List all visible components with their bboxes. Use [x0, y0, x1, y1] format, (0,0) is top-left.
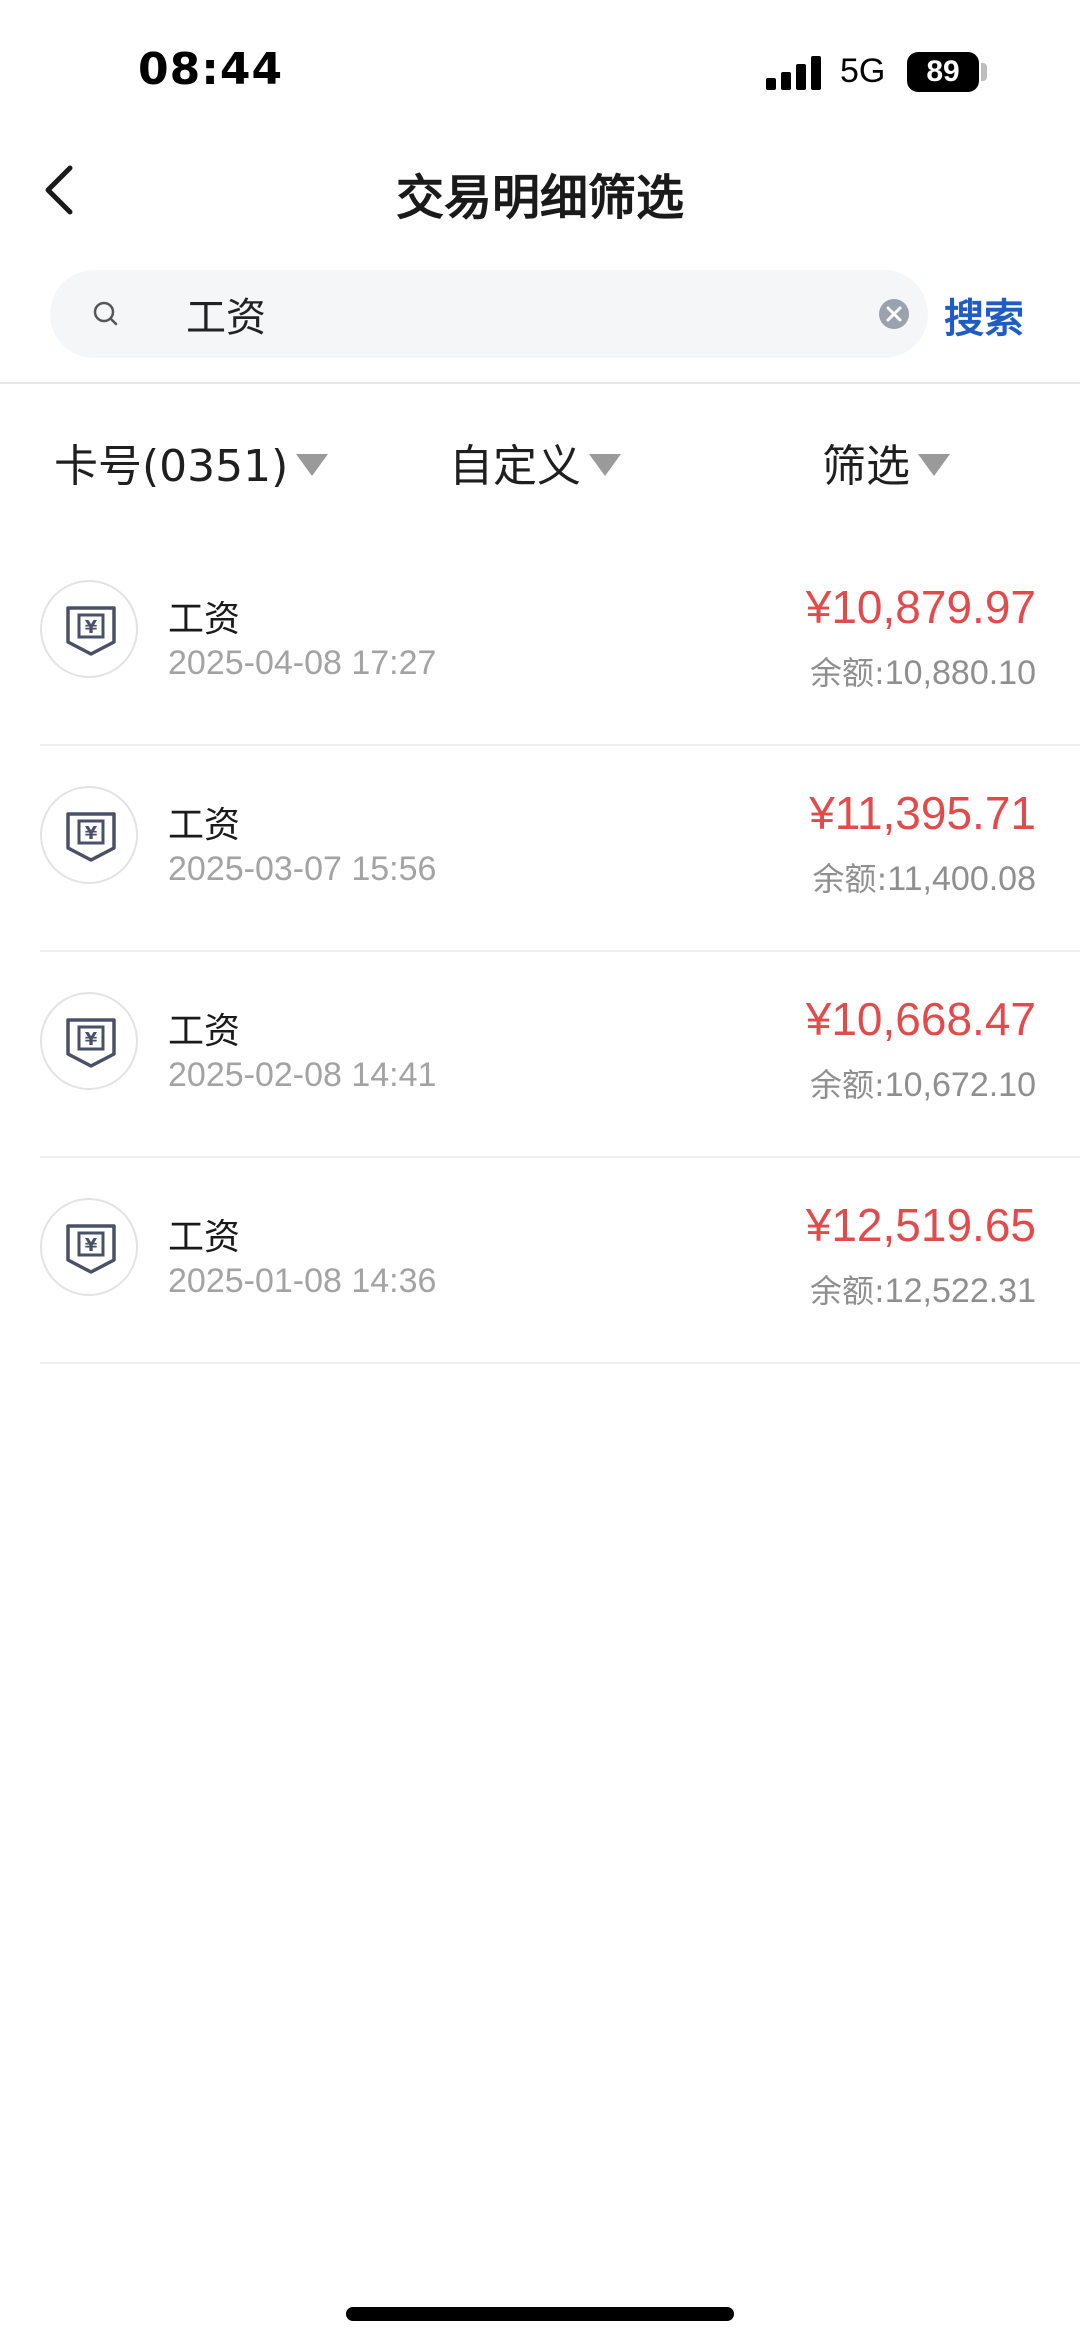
search-icon	[93, 301, 118, 326]
transaction-amount: ¥10,879.97	[805, 581, 1036, 633]
balance-label: 余额:	[809, 1272, 885, 1310]
transaction-time: 2025-03-07 15:56	[168, 850, 437, 888]
transaction-title: 工资	[168, 1217, 241, 1258]
balance-label: 余额:	[809, 654, 885, 692]
transaction-time: 2025-04-08 17:27	[168, 644, 437, 682]
yen-income-icon: ¥	[66, 606, 116, 656]
battery-icon: 89	[907, 52, 979, 92]
row-divider	[40, 1362, 1080, 1364]
transaction-balance: 余额:12,522.31	[810, 1266, 1036, 1312]
balance-label: 余额:	[809, 1066, 885, 1104]
custom-date-filter[interactable]: 自定义	[449, 430, 621, 500]
transaction-type-icon: ¥	[40, 1198, 138, 1296]
transaction-time: 2025-02-08 14:41	[168, 1056, 437, 1094]
home-indicator[interactable]	[346, 2307, 734, 2321]
transaction-title: 工资	[168, 599, 241, 640]
page-title: 交易明细筛选	[395, 170, 684, 226]
transaction-amount: ¥12,519.65	[805, 1199, 1036, 1251]
transaction-type-icon: ¥	[40, 992, 138, 1090]
battery-tip	[981, 63, 987, 81]
transaction-filter-screen: 08:44 5G 89 交易明细筛选 搜索 卡号(0351)	[0, 0, 1080, 2341]
transaction-amount: ¥11,395.71	[809, 787, 1036, 839]
transaction-row[interactable]: ¥ 工资 2025-01-08 14:36 ¥12,519.65 余额:12,5…	[0, 1158, 1080, 1364]
yen-income-icon: ¥	[66, 1224, 116, 1274]
clear-icon[interactable]	[876, 296, 912, 332]
transaction-row[interactable]: ¥ 工资 2025-04-08 17:27 ¥10,879.97 余额:10,8…	[0, 540, 1080, 746]
svg-text:¥: ¥	[85, 1235, 98, 1256]
search-box[interactable]	[50, 270, 928, 358]
card-number-filter[interactable]: 卡号(0351)	[54, 430, 329, 500]
transaction-balance: 余额:11,400.08	[812, 854, 1036, 900]
header-divider	[0, 382, 1080, 384]
transaction-balance: 余额:10,672.10	[810, 1060, 1036, 1106]
network-type: 5G	[840, 52, 886, 90]
yen-income-icon: ¥	[66, 812, 116, 862]
transaction-list: ¥ 工资 2025-04-08 17:27 ¥10,879.97 余额:10,8…	[0, 540, 1080, 1364]
balance-value: 11,400.08	[887, 860, 1036, 898]
screen-filter-label: 筛选	[822, 441, 910, 492]
transaction-balance: 余额:10,880.10	[810, 648, 1036, 694]
custom-date-filter-label: 自定义	[449, 441, 581, 492]
transaction-type-icon: ¥	[40, 786, 138, 884]
balance-label: 余额:	[812, 860, 888, 898]
transaction-row[interactable]: ¥ 工资 2025-02-08 14:41 ¥10,668.47 余额:10,6…	[0, 952, 1080, 1158]
caret-down-icon	[589, 454, 621, 476]
balance-value: 12,522.31	[884, 1272, 1036, 1310]
yen-income-icon: ¥	[66, 1018, 116, 1068]
caret-down-icon	[918, 454, 950, 476]
screen-filter[interactable]: 筛选	[822, 430, 950, 500]
card-number-filter-label: 卡号(0351)	[54, 441, 289, 492]
balance-value: 10,880.10	[884, 654, 1036, 692]
transaction-amount: ¥10,668.47	[805, 993, 1036, 1045]
transaction-time: 2025-01-08 14:36	[168, 1262, 437, 1300]
search-input[interactable]	[186, 284, 806, 344]
search-button[interactable]: 搜索	[944, 286, 1024, 344]
svg-text:¥: ¥	[85, 1029, 98, 1050]
status-bar: 08:44 5G 89	[0, 0, 1080, 120]
status-time: 08:44	[138, 44, 284, 95]
balance-value: 10,672.10	[884, 1066, 1036, 1104]
signal-icon	[766, 56, 822, 90]
caret-down-icon	[296, 454, 329, 476]
transaction-title: 工资	[168, 805, 241, 846]
transaction-row[interactable]: ¥ 工资 2025-03-07 15:56 ¥11,395.71 余额:11,4…	[0, 746, 1080, 952]
transaction-title: 工资	[168, 1011, 241, 1052]
svg-text:¥: ¥	[85, 823, 98, 844]
transaction-type-icon: ¥	[40, 580, 138, 678]
svg-text:¥: ¥	[85, 617, 98, 638]
